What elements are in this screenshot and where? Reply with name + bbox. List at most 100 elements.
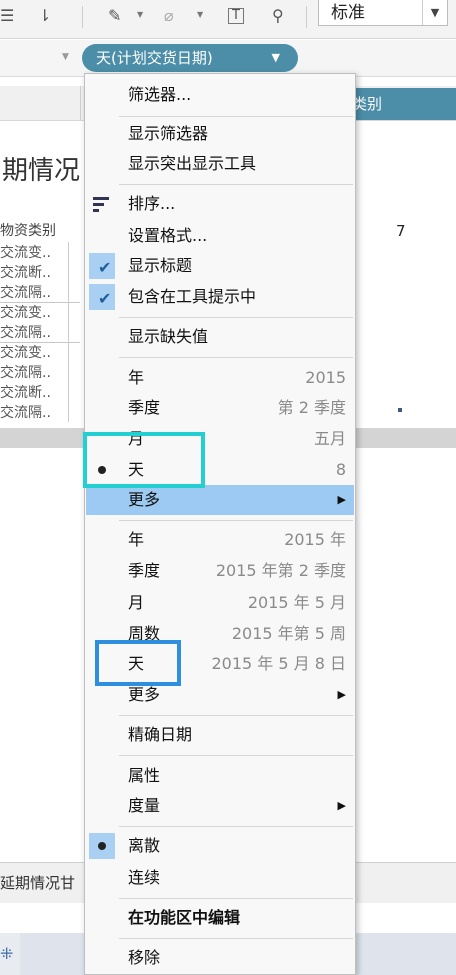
field-context-menu: 筛选器... 显示筛选器 显示突出显示工具 排序... 设置格式... ✔ 显示… bbox=[84, 73, 356, 975]
menu-item-label: 筛选器... bbox=[128, 85, 192, 104]
menu-item-edit-in-shelf[interactable]: 在功能区中编辑 bbox=[86, 903, 354, 933]
menu-item-value: 2015 年 5 月 bbox=[247, 593, 346, 612]
menu-item-sort[interactable]: 排序... bbox=[86, 189, 354, 219]
menu-item-label: 年 bbox=[128, 530, 145, 549]
highlight-box-date-part-day bbox=[83, 432, 205, 488]
menu-item-label: 显示筛选器 bbox=[128, 124, 209, 143]
row-label[interactable]: 交流断.. bbox=[0, 382, 69, 402]
sheet-title: 期情况 bbox=[2, 156, 81, 186]
text-label-icon[interactable]: T bbox=[228, 8, 244, 24]
submenu-arrow-icon: ▶ bbox=[337, 493, 346, 506]
menu-item-remove[interactable]: 移除 bbox=[86, 943, 354, 973]
cell-value: 7 bbox=[396, 222, 406, 240]
menu-item-value: 8 bbox=[335, 460, 346, 479]
menu-divider bbox=[119, 357, 353, 358]
date-field-pill[interactable]: 天(计划交货日期) ▼ bbox=[82, 44, 298, 72]
menu-item-show-header[interactable]: ✔ 显示标题 bbox=[86, 251, 354, 281]
menu-item-label: 显示突出显示工具 bbox=[128, 154, 257, 173]
row-header-title: 物资类别 bbox=[0, 223, 56, 239]
menu-item-label: 属性 bbox=[128, 766, 161, 785]
menu-item-label: 更多 bbox=[128, 490, 161, 509]
checkmark-icon: ✔ bbox=[98, 258, 112, 277]
checkmark-icon: ✔ bbox=[98, 289, 112, 308]
menu-item-format[interactable]: 设置格式... bbox=[86, 221, 354, 251]
menu-item-label: 显示缺失值 bbox=[128, 327, 209, 346]
menu-item-measure[interactable]: 度量 ▶ bbox=[86, 791, 354, 821]
menu-divider bbox=[119, 184, 353, 185]
pill-label: 天(计划交货日期) bbox=[96, 49, 213, 67]
tableau-logo-icon[interactable]: ☰ bbox=[0, 6, 14, 25]
menu-item-value: 五月 bbox=[313, 429, 346, 448]
selected-indicator bbox=[89, 833, 115, 859]
menu-item-label: 移除 bbox=[128, 948, 161, 967]
menu-item-continuous[interactable]: 连续 bbox=[86, 863, 354, 893]
menu-item-show-filter[interactable]: 显示筛选器 bbox=[86, 119, 354, 149]
checked-indicator: ✔ bbox=[89, 284, 115, 310]
menu-item-value: 第 2 季度 bbox=[277, 398, 346, 417]
paperclip-dropdown-icon[interactable]: ▼ bbox=[197, 10, 203, 19]
column-header-label: 类别 bbox=[352, 95, 383, 113]
fit-select[interactable]: 标准 ▼ bbox=[318, 0, 448, 26]
menu-item-exact-month[interactable]: 月 2015 年 5 月 bbox=[86, 588, 354, 618]
sheet-tab[interactable]: 延期情况甘 bbox=[0, 872, 75, 893]
menu-item-exact-date[interactable]: 精确日期 bbox=[86, 720, 354, 750]
checked-indicator: ✔ bbox=[89, 253, 115, 279]
menu-item-date-part-quarter[interactable]: 季度 第 2 季度 bbox=[86, 393, 354, 423]
menu-item-label: 排序... bbox=[128, 194, 176, 213]
row-label[interactable]: 交流隔.. bbox=[0, 282, 69, 302]
menu-item-show-highlighter[interactable]: 显示突出显示工具 bbox=[86, 149, 354, 179]
column-header-category[interactable]: 类别 bbox=[352, 88, 456, 120]
pin-icon[interactable]: ⚲ bbox=[272, 6, 284, 25]
menu-item-exact-year[interactable]: 年 2015 年 bbox=[86, 525, 354, 555]
menu-item-exact-quarter[interactable]: 季度 2015 年第 2 季度 bbox=[86, 556, 354, 586]
chevron-down-icon[interactable]: ▼ bbox=[62, 52, 69, 62]
row-label[interactable]: 交流变.. bbox=[0, 242, 69, 262]
menu-item-filter[interactable]: 筛选器... bbox=[86, 80, 354, 110]
row-label[interactable]: 交流隔.. bbox=[0, 322, 69, 342]
menu-item-show-missing[interactable]: 显示缺失值 bbox=[86, 322, 354, 352]
header-cell bbox=[0, 86, 81, 120]
highlighter-icon[interactable]: ✎ bbox=[108, 6, 121, 25]
menu-item-label: 设置格式... bbox=[128, 226, 208, 245]
paperclip-icon[interactable]: ⌀ bbox=[164, 6, 174, 25]
menu-item-label: 精确日期 bbox=[128, 725, 193, 744]
tableau-logo-icon[interactable]: ⁜ bbox=[0, 933, 20, 975]
menu-item-label: 在功能区中编辑 bbox=[128, 908, 241, 927]
row-label[interactable]: 交流隔.. bbox=[0, 402, 69, 422]
menu-item-date-part-year[interactable]: 年 2015 bbox=[86, 363, 354, 393]
fit-select-value: 标准 bbox=[331, 3, 365, 23]
menu-item-label: 包含在工具提示中 bbox=[128, 287, 257, 306]
chevron-down-icon[interactable]: ▼ bbox=[272, 44, 280, 72]
sort-icon bbox=[93, 195, 111, 213]
highlighter-dropdown-icon[interactable]: ▼ bbox=[137, 10, 143, 19]
data-mark[interactable] bbox=[398, 408, 402, 412]
row-label[interactable]: 交流变.. bbox=[0, 302, 69, 322]
menu-item-attribute[interactable]: 属性 bbox=[86, 761, 354, 791]
toolbar-divider bbox=[82, 6, 83, 28]
menu-item-label: 离散 bbox=[128, 836, 161, 855]
menu-item-label: 季度 bbox=[128, 398, 161, 417]
row-label[interactable]: 交流断.. bbox=[0, 262, 69, 282]
menu-item-value: 2015 年 bbox=[284, 530, 346, 549]
menu-divider bbox=[119, 715, 353, 716]
submenu-arrow-icon: ▶ bbox=[337, 799, 346, 812]
menu-divider bbox=[119, 520, 353, 521]
row-label[interactable]: 交流隔.. bbox=[0, 362, 69, 382]
menu-divider bbox=[119, 116, 353, 117]
menu-item-label: 度量 bbox=[128, 796, 161, 815]
submenu-arrow-icon: ▶ bbox=[337, 688, 346, 701]
menu-item-label: 连续 bbox=[128, 868, 161, 887]
menu-item-more-date-parts[interactable]: 更多 ▶ bbox=[86, 485, 354, 515]
row-label[interactable]: 交流变.. bbox=[0, 342, 69, 362]
toolbar: ☰ ⇂ ✎ ▼ ⌀ ▼ T ⚲ 标准 ▼ bbox=[0, 0, 456, 39]
menu-item-include-tooltip[interactable]: ✔ 包含在工具提示中 bbox=[86, 282, 354, 312]
menu-item-value: 2015 bbox=[305, 368, 346, 387]
chevron-down-icon[interactable]: ▼ bbox=[422, 0, 447, 25]
toolbar-divider bbox=[306, 6, 307, 28]
menu-item-label: 年 bbox=[128, 368, 145, 387]
selected-bullet-icon bbox=[98, 842, 106, 850]
menu-divider bbox=[119, 826, 353, 827]
menu-item-discrete[interactable]: 离散 bbox=[86, 831, 354, 861]
sort-descending-icon[interactable]: ⇂ bbox=[38, 6, 51, 25]
menu-item-label: 月 bbox=[128, 593, 145, 612]
